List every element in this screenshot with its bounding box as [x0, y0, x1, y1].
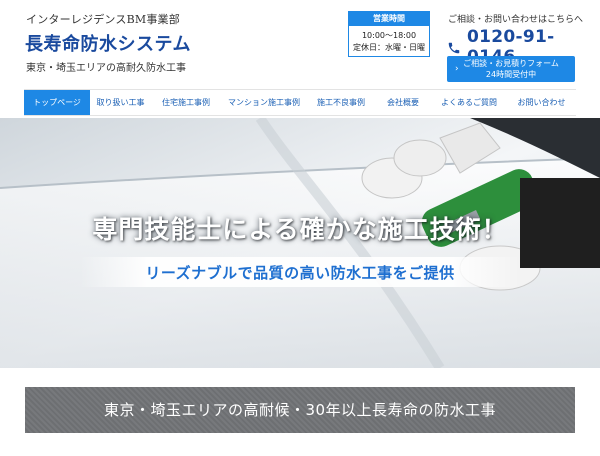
- company-division: インターレジデンスBM事業部: [26, 13, 180, 26]
- site-header: インターレジデンスBM事業部 長寿命防水システム 東京・埼玉エリアの高耐久防水工…: [0, 0, 600, 88]
- inquiry-form-button[interactable]: › ご相談・お見積りフォーム 24時間受付中: [447, 56, 575, 82]
- nav-item-mansion-cases[interactable]: マンション施工事例: [221, 90, 307, 115]
- inquiry-form-button-sublabel: 24時間受付中: [485, 70, 537, 79]
- nav-item-top[interactable]: トップページ: [24, 90, 90, 115]
- contact-label: ご相談・お問い合わせはこちらへ: [448, 15, 584, 25]
- business-hours-box: 営業時間 10:00～18:00 定休日：水曜・日曜: [348, 11, 430, 57]
- hero-title: 専門技能士による確かな施工技術！: [92, 215, 508, 244]
- business-hours-title: 営業時間: [349, 12, 429, 26]
- nav-item-contact[interactable]: お問い合わせ: [507, 90, 576, 115]
- nav-item-services[interactable]: 取り扱い工事: [90, 90, 151, 115]
- nav-item-company[interactable]: 会社概要: [375, 90, 431, 115]
- phone-icon: [447, 40, 461, 54]
- hero-image: 専門技能士による確かな施工技術！ リーズナブルで品質の高い防水工事をご提供: [0, 118, 600, 368]
- site-logo[interactable]: 長寿命防水システム: [25, 30, 191, 56]
- nav-item-house-cases[interactable]: 住宅施工事例: [151, 90, 221, 115]
- nav-item-faq[interactable]: よくあるご質問: [431, 90, 507, 115]
- hero-subtitle: リーズナブルで品質の高い防水工事をご提供: [145, 264, 455, 282]
- service-area-tagline: 東京・埼玉エリアの高耐久防水工事: [26, 63, 186, 74]
- global-nav: トップページ 取り扱い工事 住宅施工事例 マンション施工事例 施工不良事例 会社…: [24, 89, 576, 116]
- chevron-right-icon: ›: [455, 64, 459, 74]
- nav-item-defect-cases[interactable]: 施工不良事例: [307, 90, 375, 115]
- section-banner: 東京・埼玉エリアの高耐候・30年以上長寿命の防水工事: [25, 387, 575, 433]
- closed-days: 定休日：水曜・日曜: [353, 43, 425, 52]
- inquiry-form-button-label: ご相談・お見積りフォーム: [463, 59, 559, 68]
- business-hours-time: 10:00～18:00: [361, 31, 417, 40]
